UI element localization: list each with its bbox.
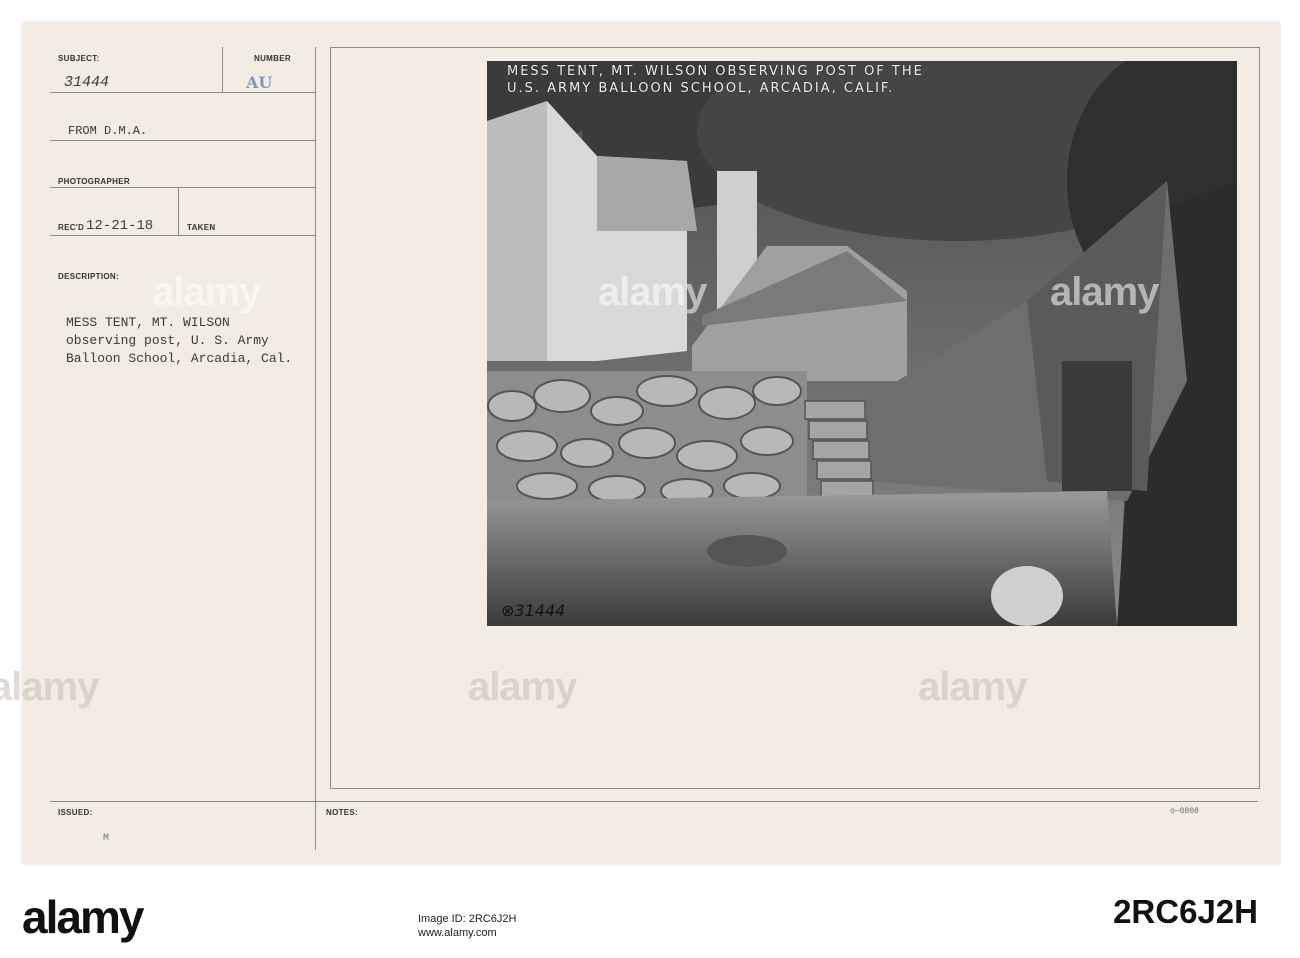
number-label: NUMBER — [254, 54, 291, 63]
subject-rule — [50, 92, 315, 93]
watermark-left-mid: alamy — [0, 665, 99, 709]
bottom-rule — [50, 801, 1258, 802]
number-divider — [222, 47, 223, 92]
watermark-right-mid: alamy — [918, 665, 1027, 709]
watermark-center-top: alamy — [598, 270, 707, 314]
photographer-rule — [50, 187, 315, 188]
mess-tent-photo: MESS TENT, MT. WILSON OBSERVING POST OF … — [487, 61, 1237, 626]
issued-mark: M — [103, 833, 110, 844]
card-divider-vertical — [315, 47, 316, 850]
from-value: FROM D.M.A. — [68, 124, 148, 138]
negative-number: ⊗31444 — [501, 601, 566, 620]
photo-caption-line-2: U.S. ARMY BALLOON SCHOOL, ARCADIA, CALIF… — [507, 81, 895, 96]
watermark-left-top: alamy — [152, 270, 261, 314]
footer-image-id: 2RC6J2H — [1113, 893, 1258, 930]
notes-label: NOTES: — [326, 808, 359, 817]
description-line-1: MESS TENT, MT. WILSON — [66, 315, 230, 330]
recd-label: REC'D — [58, 223, 85, 232]
recd-value: 12-21-18 — [86, 218, 154, 234]
recd-rule — [50, 235, 315, 236]
photo-scene-illustration — [487, 61, 1237, 626]
issued-label: ISSUED: — [58, 808, 93, 817]
corner-code: o—0008 — [1170, 807, 1199, 816]
subject-label: SUBJECT: — [58, 54, 100, 63]
footer-side-line-2: www.alamy.com — [418, 927, 497, 939]
taken-divider — [178, 187, 179, 235]
watermark-right-top: alamy — [1050, 270, 1159, 314]
footer-side-line-1: Image ID: 2RC6J2H — [418, 913, 517, 925]
watermark-center-mid: alamy — [468, 665, 577, 709]
description-line-3: Balloon School, Arcadia, Cal. — [66, 351, 293, 366]
photographer-label: PHOTOGRAPHER — [58, 177, 130, 186]
number-stamp: AU — [246, 73, 273, 92]
footer-bar — [0, 868, 1300, 958]
from-rule — [50, 140, 315, 141]
photo-caption-line-1: MESS TENT, MT. WILSON OBSERVING POST OF … — [507, 64, 924, 79]
description-label: DESCRIPTION: — [58, 272, 119, 281]
taken-label: TAKEN — [187, 223, 216, 232]
subject-value: 31444 — [64, 74, 110, 91]
photo-caption: MESS TENT, MT. WILSON OBSERVING POST OF … — [487, 61, 1237, 99]
footer-side-info: Image ID: 2RC6J2H www.alamy.com — [418, 912, 516, 940]
description-line-2: observing post, U. S. Army — [66, 333, 269, 348]
footer-brand-logo: alamy — [22, 891, 144, 943]
